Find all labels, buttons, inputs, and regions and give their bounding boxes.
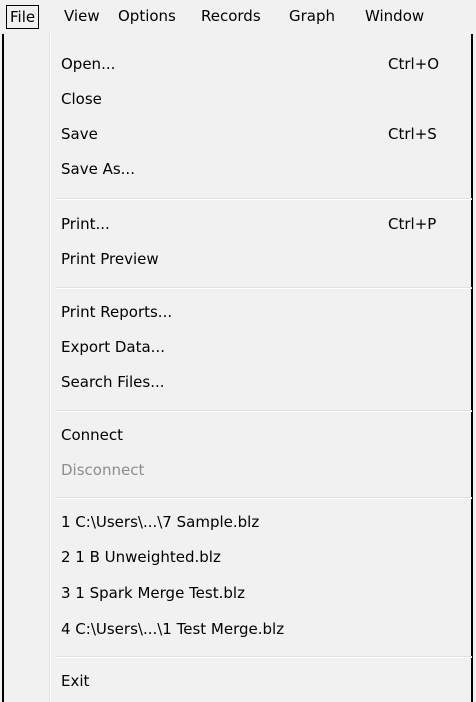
recent-file-item[interactable]: 4 C:\Users\...\1 Test Merge.blz [61, 614, 284, 644]
recent-file-item[interactable]: 3 1 Spark Merge Test.blz [61, 578, 245, 608]
menu-item-print[interactable]: Print... [61, 209, 110, 239]
menu-records[interactable]: Records [201, 6, 261, 28]
menu-item-print-preview[interactable]: Print Preview [61, 244, 159, 274]
shortcut-print: Ctrl+P [388, 215, 437, 233]
menu-graph[interactable]: Graph [289, 6, 335, 28]
shortcut-open: Ctrl+O [388, 55, 440, 73]
menu-item-open[interactable]: Open... [61, 49, 115, 79]
shortcut-save: Ctrl+S [388, 125, 437, 143]
menu-item-search-files[interactable]: Search Files... [61, 367, 165, 397]
menu-item-export-data[interactable]: Export Data... [61, 332, 165, 362]
menu-separator [56, 656, 472, 658]
menu-separator [56, 497, 472, 499]
menu-item-exit[interactable]: Exit [61, 666, 89, 696]
menu-item-print-reports[interactable]: Print Reports... [61, 297, 172, 327]
menu-window[interactable]: Window [365, 6, 424, 28]
icon-gutter-highlight [50, 34, 51, 702]
file-menu-dropdown: Open... Ctrl+O Close Save Ctrl+S Save As… [0, 34, 476, 702]
menu-separator [56, 198, 472, 200]
menu-item-close[interactable]: Close [61, 84, 102, 114]
menu-item-save-as[interactable]: Save As... [61, 154, 135, 184]
recent-file-item[interactable]: 1 C:\Users\...\7 Sample.blz [61, 507, 259, 537]
menu-separator [56, 410, 472, 412]
menu-item-connect[interactable]: Connect [61, 420, 123, 450]
recent-file-item[interactable]: 2 1 B Unweighted.blz [61, 542, 221, 572]
menu-item-disconnect: Disconnect [61, 461, 145, 479]
menu-file[interactable]: File [6, 5, 40, 29]
menu-view[interactable]: View [64, 6, 100, 28]
file-menu-frame: Open... Ctrl+O Close Save Ctrl+S Save As… [2, 34, 473, 702]
menu-separator [56, 287, 472, 289]
menu-options[interactable]: Options [118, 6, 176, 28]
menu-bar: File View Options Records Graph Window [0, 0, 476, 34]
menu-item-save[interactable]: Save [61, 119, 98, 149]
